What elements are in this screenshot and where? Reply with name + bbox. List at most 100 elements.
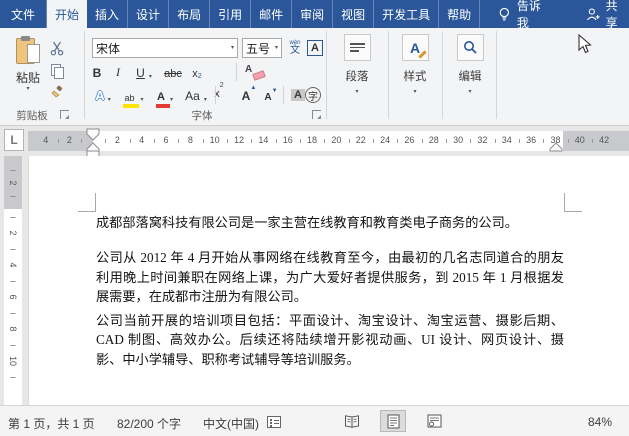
tab-设计[interactable]: 设计 <box>128 0 170 28</box>
ruler-number: 24 <box>380 135 391 145</box>
paragraph-dropdown-arrow[interactable]: ▾ <box>355 89 358 95</box>
word-count[interactable]: 82/200 个字 <box>117 415 181 432</box>
ruler-tick <box>178 139 180 143</box>
bold-button[interactable]: B <box>88 62 106 82</box>
ruler-number: 6 <box>163 135 169 145</box>
font-size-combobox[interactable]: 五号 ▾ <box>242 38 282 58</box>
font-name-value: 宋体 <box>96 41 121 56</box>
read-mode-button[interactable] <box>339 410 365 432</box>
tab-引用[interactable]: 引用 <box>210 0 252 28</box>
enclose-characters-button[interactable]: 字 <box>302 85 324 105</box>
paragraph-2[interactable]: 公司从 2012 年 4 月开始从事网络在线教育至今，由最初的几名志同道合的朋友… <box>96 248 564 306</box>
font-name-dropdown-arrow[interactable]: ▾ <box>231 45 234 51</box>
ruler-tick <box>10 170 16 171</box>
ruler-number: 36 <box>526 135 537 145</box>
tab-开发工具[interactable]: 开发工具 <box>374 0 440 28</box>
copy-button[interactable] <box>46 60 68 80</box>
macro-record-button[interactable] <box>267 416 281 428</box>
ruler-number: 38 <box>550 135 561 145</box>
title-bar: 文件 开始 插入 设计 布局 引用 邮件 审阅 视图 开发工具 帮助 告诉我 共享 <box>0 0 629 31</box>
font-size-value: 五号 <box>246 41 271 56</box>
ruler-number: 10 <box>209 135 220 145</box>
web-layout-button[interactable] <box>421 410 447 432</box>
cut-button[interactable] <box>46 38 68 58</box>
ruler-tick <box>153 139 155 143</box>
page-info[interactable]: 第 1 页，共 1 页 <box>8 415 95 432</box>
paste-button[interactable]: 粘贴 ▾ <box>6 34 50 102</box>
phonetic-guide-button[interactable]: wén 文 <box>286 36 304 60</box>
zoom-level[interactable]: 84% <box>588 415 612 429</box>
tab-文件[interactable]: 文件 <box>0 0 48 28</box>
italic-button[interactable]: I <box>110 62 126 82</box>
ruler-number: 32 <box>477 135 488 145</box>
subscript-button[interactable]: x2 <box>188 62 206 82</box>
underline-dropdown-arrow[interactable]: ▾ <box>149 74 152 80</box>
change-case-dropdown-arrow[interactable]: ▾ <box>204 97 207 103</box>
paragraph-group-button[interactable]: 段落 ▾ <box>331 34 383 95</box>
font-color-dropdown-arrow[interactable]: ▾ <box>170 97 173 103</box>
ruler-number: 4 <box>139 135 145 145</box>
font-size-dropdown-arrow[interactable]: ▾ <box>275 45 278 51</box>
text-effects-dropdown-arrow[interactable]: ▾ <box>108 97 111 103</box>
ruler-tick <box>567 139 569 143</box>
superscript-button[interactable]: x2 <box>210 82 228 102</box>
shrink-font-button[interactable]: A ▼ <box>258 85 278 105</box>
ruler-tick <box>543 139 545 143</box>
ruler-number: 26 <box>404 135 415 145</box>
tab-布局[interactable]: 布局 <box>169 0 211 28</box>
editing-dropdown-arrow[interactable]: ▾ <box>468 89 471 95</box>
character-border-icon: A <box>307 40 323 56</box>
clipboard-dialog-launcher[interactable] <box>60 110 69 119</box>
character-border-button[interactable]: A <box>306 38 324 58</box>
tell-me-button[interactable]: 告诉我 <box>498 0 552 31</box>
font-color-button[interactable]: A ▾ <box>152 85 178 108</box>
styles-dropdown-arrow[interactable]: ▾ <box>413 89 416 95</box>
paste-clipboard-icon <box>16 36 40 66</box>
indent-markers[interactable] <box>86 128 100 158</box>
vertical-ruler[interactable]: 2 2 4 6 8 10 <box>4 156 22 405</box>
text-effects-button[interactable]: A ▾ <box>90 85 116 105</box>
paragraph-3[interactable]: 公司当前开展的培训项目包括：平面设计、淘宝设计、淘宝运营、摄影后期、CAD 制图… <box>96 311 564 369</box>
format-painter-button[interactable] <box>46 82 68 102</box>
clear-formatting-button[interactable]: A <box>244 62 266 82</box>
paragraph-1[interactable]: 成都部落窝科技有限公司是一家主营在线教育和教育类电子商务的公司。 <box>96 213 564 232</box>
tab-帮助[interactable]: 帮助 <box>439 0 481 28</box>
ruler-tick <box>105 139 107 143</box>
highlight-dropdown-arrow[interactable]: ▾ <box>141 97 144 103</box>
styles-group-button[interactable]: A 样式 ▾ <box>389 34 441 95</box>
shrink-font-icon: A ▼ <box>264 88 278 103</box>
ruler-number: 28 <box>428 135 439 145</box>
tab-插入[interactable]: 插入 <box>87 0 129 28</box>
ruler-tick <box>57 139 59 143</box>
tab-视图[interactable]: 视图 <box>333 0 375 28</box>
text-effects-icon: A <box>95 88 105 103</box>
change-case-button[interactable]: Aa ▾ <box>182 85 210 105</box>
tab-stop-selector[interactable]: L <box>4 129 24 151</box>
ruler-tick <box>251 139 253 143</box>
font-name-combobox[interactable]: 宋体 ▾ <box>92 38 238 58</box>
language-indicator[interactable]: 中文(中国) <box>203 415 259 432</box>
paste-dropdown-arrow[interactable]: ▾ <box>26 86 29 92</box>
print-layout-button[interactable] <box>380 410 406 432</box>
ruler-tick <box>226 139 228 143</box>
ruler-number: 18 <box>307 135 318 145</box>
tab-邮件[interactable]: 邮件 <box>251 0 293 28</box>
highlight-color-button[interactable]: ab ▾ <box>120 85 148 108</box>
editing-group-button[interactable]: 编辑 ▾ <box>444 34 496 95</box>
document-page[interactable]: 成都部落窝科技有限公司是一家主营在线教育和教育类电子商务的公司。公司从 2012… <box>28 156 629 405</box>
document-text[interactable]: 成都部落窝科技有限公司是一家主营在线教育和教育类电子商务的公司。公司从 2012… <box>96 213 564 369</box>
ruler-tick <box>81 139 83 143</box>
styles-label: 样式 <box>403 71 427 83</box>
ruler-tick <box>397 139 399 143</box>
tab-审阅[interactable]: 审阅 <box>292 0 334 28</box>
grow-font-button[interactable]: A ▲ <box>236 85 257 105</box>
ruler-number: 8 <box>8 326 18 332</box>
horizontal-ruler[interactable]: 4 2 2 4 6 8 10 12 14 16 18 20 22 24 26 28 30 32 34 36 38 40 42 <box>28 128 629 158</box>
font-dialog-launcher[interactable] <box>312 110 321 119</box>
strikethrough-button[interactable]: abc <box>160 62 186 82</box>
underline-button[interactable]: U ▾ <box>130 62 158 82</box>
tab-开始[interactable]: 开始 <box>47 0 88 28</box>
ruler-tick <box>10 281 16 282</box>
ruler-number: 22 <box>355 135 366 145</box>
share-button[interactable]: 共享 <box>586 0 629 31</box>
